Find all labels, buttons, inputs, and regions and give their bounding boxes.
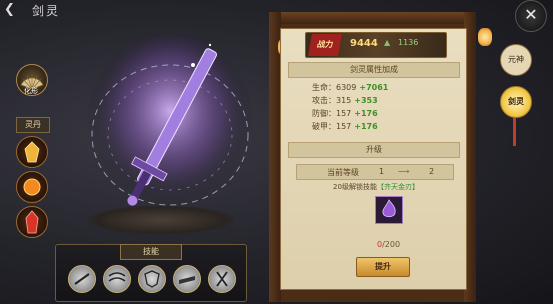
attr-base: 315 xyxy=(336,96,352,105)
attr-name: 防御 xyxy=(312,109,328,118)
attr-name: 攻击 xyxy=(312,96,328,105)
skill-slot-4[interactable] xyxy=(173,265,201,293)
red-crystal-icon xyxy=(25,210,39,234)
back-arrow-icon[interactable]: ❮ xyxy=(4,3,26,17)
level-to: 2 xyxy=(429,167,435,176)
upgrade-button[interactable]: 提升 xyxy=(356,257,410,277)
lingdan-label: 灵丹 xyxy=(16,117,50,133)
attr-base: 6309 xyxy=(336,83,357,92)
unlock-skill-slot[interactable] xyxy=(375,196,403,224)
combat-power-bar: 战力 9444 ▲ 1136 xyxy=(305,32,447,58)
skill-slot-3[interactable] xyxy=(138,265,166,293)
level-row: 当前等级 1 ⟶ 2 xyxy=(296,164,454,180)
sword-spirit-artwork xyxy=(85,35,255,225)
skills-panel: 技能 xyxy=(55,244,247,302)
attr-base: 157 xyxy=(336,109,352,118)
dan-slot-red[interactable] xyxy=(16,206,48,238)
lantern-right-icon xyxy=(478,28,492,46)
slash-skill-icon xyxy=(74,273,90,285)
amber-crystal-icon xyxy=(24,141,40,163)
blade-skill-icon xyxy=(179,276,195,284)
power-value: 9444 xyxy=(350,38,378,49)
attributes-title: 剑灵属性加成 xyxy=(288,62,460,78)
tab-yuanshen[interactable]: 元神 xyxy=(500,44,532,76)
tab-tassel xyxy=(513,118,516,146)
attr-base: 157 xyxy=(336,122,352,131)
unlock-text: 20级解锁技能【齐天金刃】 xyxy=(301,182,451,192)
attr-bonus: +353 xyxy=(354,96,378,105)
power-increase: 1136 xyxy=(398,38,419,47)
huaxing-label: 化形 xyxy=(24,87,38,95)
attr-name: 生命 xyxy=(312,83,328,92)
attr-row-pierce: 破甲：157 +176 xyxy=(312,122,378,131)
wind-skill-icon xyxy=(108,272,126,282)
orange-orb-icon xyxy=(23,178,41,196)
level-label: 当前等级 xyxy=(327,168,359,177)
power-up-arrow-icon: ▲ xyxy=(384,38,391,47)
dan-slot-yellow[interactable] xyxy=(16,136,48,168)
page-header: ❮ 剑灵 xyxy=(4,2,60,18)
level-arrow-icon: ⟶ xyxy=(398,167,410,176)
attr-name: 破甲 xyxy=(312,122,328,131)
purple-flame-skill-icon xyxy=(382,199,396,218)
level-from: 1 xyxy=(379,167,385,176)
upgrade-title: 升级 xyxy=(288,142,460,158)
skill-slot-5[interactable] xyxy=(208,265,236,293)
page-title: 剑灵 xyxy=(32,3,61,18)
power-label: 战力 xyxy=(308,34,342,56)
progress-total: /200 xyxy=(382,240,401,249)
unlock-label: 20级解锁技能 xyxy=(333,183,377,191)
strike-skill-icon xyxy=(216,271,228,287)
unlock-skill-name: 【齐天金刃】 xyxy=(376,183,419,191)
skill-slot-2[interactable] xyxy=(103,265,131,293)
dan-slot-orange[interactable] xyxy=(16,171,48,203)
attr-row-hp: 生命：6309 +7061 xyxy=(312,83,389,92)
attr-row-attack: 攻击：315 +353 xyxy=(312,96,378,105)
attr-bonus: +7061 xyxy=(359,83,389,92)
attr-bonus: +176 xyxy=(354,109,378,118)
attr-bonus: +176 xyxy=(354,122,378,131)
attr-row-defense: 防御：157 +176 xyxy=(312,109,378,118)
skill-slot-1[interactable] xyxy=(68,265,96,293)
upgrade-progress: 0/200 xyxy=(377,240,400,249)
shield-skill-icon xyxy=(144,270,160,288)
close-button[interactable]: ✕ xyxy=(515,0,547,32)
tab-jianling[interactable]: 剑灵 xyxy=(500,86,532,118)
skills-title: 技能 xyxy=(120,244,182,260)
